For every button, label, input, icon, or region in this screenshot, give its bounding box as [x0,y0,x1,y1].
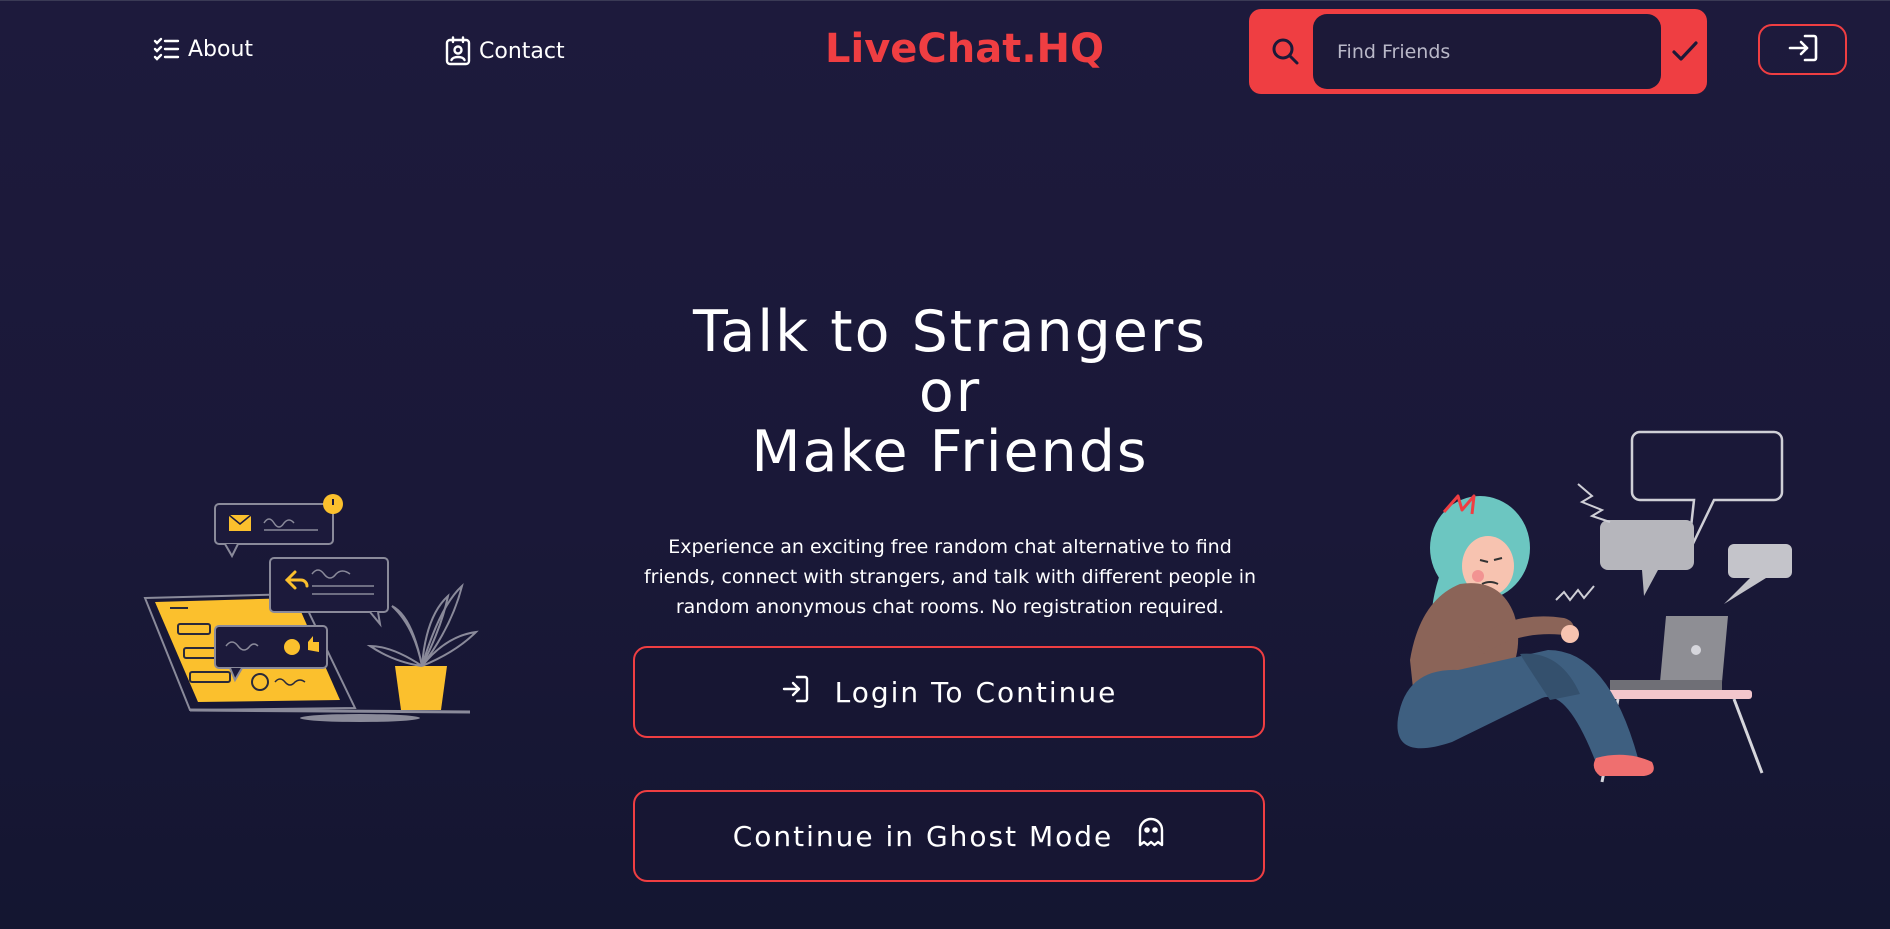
nav-contact-link[interactable]: Contact [445,36,565,66]
ghost-icon [1137,817,1165,856]
hero-description: Experience an exciting free random chat … [630,532,1270,622]
brand-logo[interactable]: LiveChat.HQ [825,26,1104,72]
hero-description-line: Experience an exciting free random chat … [668,536,1232,558]
laptop-chat-illustration [143,494,479,722]
contact-card-icon [445,36,471,66]
login-arrow-icon [1787,33,1819,67]
list-icon [152,36,180,62]
search-icon[interactable] [1265,31,1305,71]
header-login-button[interactable] [1758,24,1847,75]
search-input[interactable] [1313,14,1661,89]
nav-contact-label: Contact [479,38,565,64]
login-arrow-icon [781,674,811,711]
hero-title-line: Talk to Strangers [692,299,1208,365]
login-to-continue-button[interactable]: Login To Continue [633,646,1265,738]
hero-title-line: Make Friends [751,419,1149,485]
ghost-mode-button[interactable]: Continue in Ghost Mode [633,790,1265,882]
login-to-continue-label: Login To Continue [834,675,1118,709]
hero-title-line: or [918,359,982,425]
search-bar [1249,9,1707,94]
hero-description-line: friends, connect with strangers, and tal… [643,566,1257,588]
girl-with-laptop-illustration [1397,430,1792,783]
nav-about-link[interactable]: About [152,36,253,62]
ghost-mode-label: Continue in Ghost Mode [732,819,1114,853]
nav-about-label: About [188,36,254,62]
hero-description-line: random anonymous chat rooms. No registra… [675,596,1225,618]
check-icon[interactable] [1665,31,1705,71]
top-border [0,0,1890,1]
hero-title: Talk to Strangers or Make Friends [600,302,1300,482]
